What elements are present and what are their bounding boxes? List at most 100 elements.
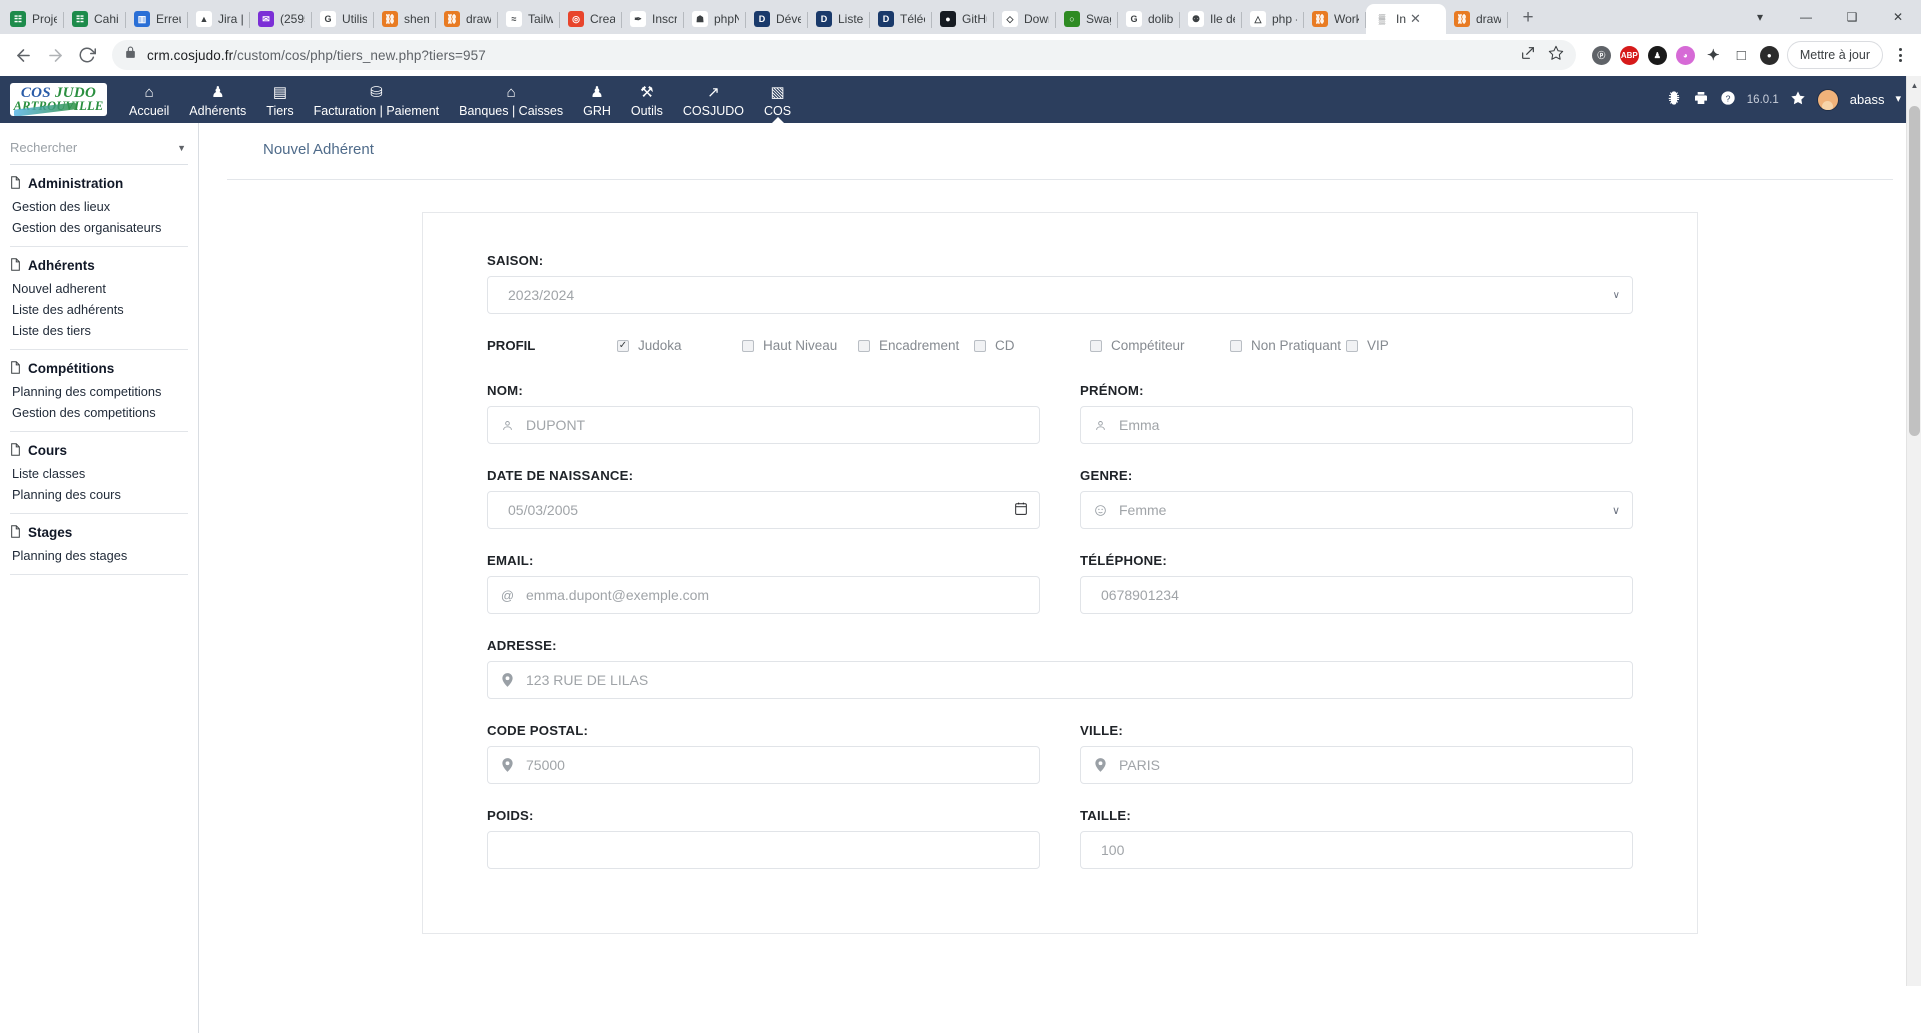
back-button[interactable] <box>8 40 38 70</box>
nav-item-cosjudo[interactable]: ↗ COSJUDO <box>673 76 754 123</box>
chevron-down-icon[interactable]: ∨ <box>1612 504 1620 517</box>
profile-avatar[interactable]: ● <box>1759 45 1779 65</box>
browser-tab[interactable]: ● GitHu <box>932 4 994 34</box>
reload-button[interactable] <box>72 40 102 70</box>
sidebar-item-liste-des-adh-rents[interactable]: Liste des adhérents <box>10 299 188 320</box>
code-postal-input[interactable]: 75000 <box>487 746 1040 784</box>
window-restore-button[interactable]: ▾ <box>1737 0 1783 34</box>
browser-tab[interactable]: ⛓ shem <box>374 4 436 34</box>
ville-input[interactable]: PARIS <box>1080 746 1633 784</box>
sidebar-item-gestion-des-organisateurs[interactable]: Gestion des organisateurs <box>10 217 188 238</box>
sidebar-search-row[interactable]: ▼ <box>10 131 188 165</box>
avatar[interactable] <box>1816 88 1839 111</box>
browser-tab[interactable]: ✉ (2595 <box>250 4 312 34</box>
page-scrollbar[interactable]: ▲ <box>1906 76 1921 986</box>
window-minimize-button[interactable]: — <box>1783 0 1829 34</box>
browser-tab[interactable]: ▥ Erreu <box>126 4 188 34</box>
nav-item-adh-rents[interactable]: ♟ Adhérents <box>179 76 256 123</box>
chrome-menu-button[interactable] <box>1887 41 1913 69</box>
sidebar-item-gestion-des-competitions[interactable]: Gestion des competitions <box>10 402 188 423</box>
puzzle-extensions-icon[interactable]: ✦ <box>1704 46 1723 65</box>
nav-item-grh[interactable]: ♟ GRH <box>573 76 621 123</box>
close-icon[interactable]: ✕ <box>1410 11 1421 27</box>
nav-item-facturation-paiement[interactable]: ⛁ Facturation | Paiement <box>304 76 450 123</box>
profil-option-encadrement[interactable]: Encadrement <box>858 338 974 353</box>
profil-option-judoka[interactable]: ✓ Judoka <box>617 338 742 353</box>
browser-tab[interactable]: ⛓ Work <box>1304 4 1366 34</box>
email-input[interactable]: @ emma.dupont@exemple.com <box>487 576 1040 614</box>
calendar-icon[interactable] <box>1015 502 1027 518</box>
sidebar-item-liste-des-tiers[interactable]: Liste des tiers <box>10 320 188 341</box>
browser-tab[interactable]: ▲ Jira | <box>188 4 250 34</box>
checkbox[interactable] <box>1346 339 1358 352</box>
sidebar-item-planning-des-cours[interactable]: Planning des cours <box>10 484 188 505</box>
adblock-plus-extension[interactable]: ABP <box>1619 45 1639 65</box>
bitwarden-extension[interactable]: ♟ <box>1647 45 1667 65</box>
window-maximize-button[interactable]: ❑ <box>1829 0 1875 34</box>
breadcrumb-current[interactable]: Nouvel Adhérent <box>263 141 374 158</box>
browser-tab[interactable]: G Utilis <box>312 4 374 34</box>
checkbox[interactable] <box>742 339 754 352</box>
browser-tab[interactable]: △ php - <box>1242 4 1304 34</box>
nav-item-cos[interactable]: ▧ COS <box>754 76 801 123</box>
share-icon[interactable] <box>1520 45 1536 66</box>
browser-tab[interactable]: ◎ Creat <box>560 4 622 34</box>
username-label[interactable]: abass <box>1850 92 1885 107</box>
sidebar-item-gestion-des-lieux[interactable]: Gestion des lieux <box>10 196 188 217</box>
nav-item-banques-caisses[interactable]: ⌂ Banques | Caisses <box>449 76 573 123</box>
date-de-naissance-input[interactable]: 05/03/2005 <box>487 491 1040 529</box>
sidebar-item-liste-classes[interactable]: Liste classes <box>10 463 188 484</box>
t-l-phone-input[interactable]: 0678901234 <box>1080 576 1633 614</box>
sidebar-item-planning-des-stages[interactable]: Planning des stages <box>10 545 188 566</box>
chevron-down-icon[interactable]: ▼ <box>177 143 188 153</box>
colorpicker-extension[interactable]: ◕ <box>1675 45 1695 65</box>
profil-option-comp-titeur[interactable]: Compétiteur <box>1090 338 1230 353</box>
browser-tab[interactable]: ◇ Down <box>994 4 1056 34</box>
nav-item-accueil[interactable]: ⌂ Accueil <box>119 76 179 123</box>
new-tab-button[interactable]: + <box>1514 4 1542 32</box>
browser-tab[interactable]: ▒ In ✕ <box>1366 4 1446 34</box>
scrollbar-thumb[interactable] <box>1909 106 1920 436</box>
app-logo[interactable]: COS JUDO ARTROUVILLE <box>10 83 107 116</box>
checkbox[interactable] <box>1230 339 1242 352</box>
poids-input[interactable] <box>487 831 1040 869</box>
nav-item-tiers[interactable]: ▤ Tiers <box>256 76 303 123</box>
checkbox[interactable] <box>1090 339 1102 352</box>
forward-button[interactable] <box>40 40 70 70</box>
chevron-down-icon[interactable]: ▾ <box>1895 94 1901 105</box>
checkbox[interactable] <box>858 339 870 352</box>
adresse-input[interactable]: 123 RUE DE LILAS <box>487 661 1633 699</box>
browser-tab[interactable]: ⛓ draw <box>1446 4 1508 34</box>
chevron-down-icon[interactable]: ∨ <box>1613 290 1620 301</box>
pocket-extension[interactable]: ⓟ <box>1591 45 1611 65</box>
help-icon[interactable]: ? <box>1720 90 1736 109</box>
nav-item-outils[interactable]: ⚒ Outils <box>621 76 673 123</box>
bookmark-star-icon[interactable] <box>1548 45 1564 66</box>
search-input[interactable] <box>10 140 160 155</box>
browser-tab[interactable]: ○ Swag <box>1056 4 1118 34</box>
bug-icon[interactable] <box>1666 90 1682 109</box>
saison-select[interactable]: 2023/2024 ∨ <box>487 276 1633 314</box>
printer-icon[interactable] <box>1693 90 1709 109</box>
profil-option-cd[interactable]: CD <box>974 338 1090 353</box>
browser-tab[interactable]: ⛓ draw <box>436 4 498 34</box>
scroll-up-arrow[interactable]: ▲ <box>1907 78 1921 93</box>
taille-input[interactable]: 100 <box>1080 831 1633 869</box>
browser-tab[interactable]: D Téléc <box>870 4 932 34</box>
browser-tab[interactable]: Gdolib <box>1118 4 1180 34</box>
browser-tab[interactable]: D Liste <box>808 4 870 34</box>
browser-tab[interactable]: ☷ Cahie <box>64 4 126 34</box>
browser-tab[interactable]: D Déve <box>746 4 808 34</box>
genre-input[interactable]: Femme ∨ <box>1080 491 1633 529</box>
sidebar-item-planning-des-competitions[interactable]: Planning des competitions <box>10 381 188 402</box>
sidebar-item-nouvel-adherent[interactable]: Nouvel adherent <box>10 278 188 299</box>
checkbox[interactable] <box>974 339 986 352</box>
sidepanel-icon[interactable]: □ <box>1732 46 1751 65</box>
checkbox[interactable]: ✓ <box>617 339 629 352</box>
profil-option-vip[interactable]: VIP <box>1346 338 1389 353</box>
window-close-button[interactable]: ✕ <box>1875 0 1921 34</box>
update-button[interactable]: Mettre à jour <box>1786 41 1883 69</box>
browser-tab[interactable]: ☷ Proje <box>2 4 64 34</box>
star-icon[interactable] <box>1790 90 1806 109</box>
browser-tab[interactable]: ⚉ Ile de <box>1180 4 1242 34</box>
